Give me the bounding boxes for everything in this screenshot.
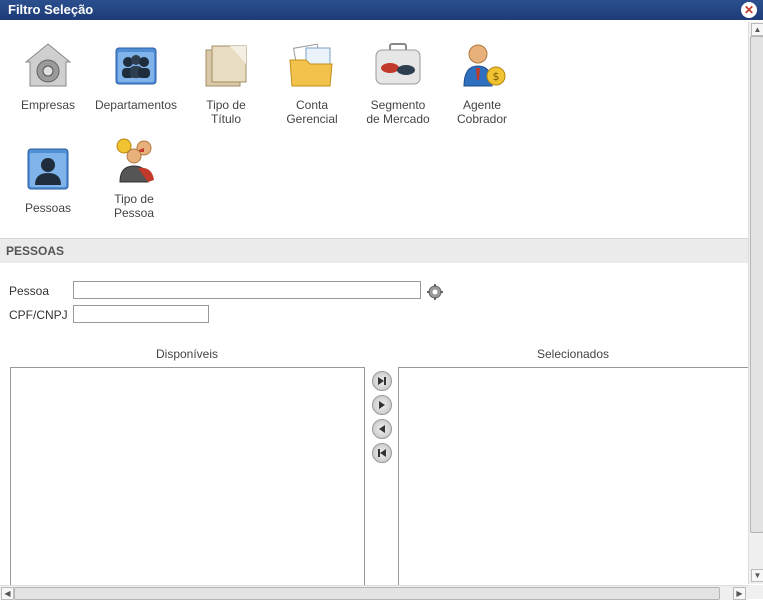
horizontal-scrollbar[interactable]: ◀ ▶ [0,585,748,600]
move-left-button[interactable] [372,419,392,439]
available-header: Disponíveis [155,347,219,361]
pessoa-label: Pessoa [9,284,50,298]
section-header: PESSOAS [0,238,748,263]
icon-segmento-de-mercado[interactable]: Segmento de Mercado [356,40,440,126]
scroll-right-icon[interactable]: ▶ [733,587,746,600]
cars-briefcase-icon [375,43,421,85]
selected-list[interactable] [398,367,749,587]
vertical-scrollbar[interactable]: ▲ ▼ [748,22,763,584]
person-folder-icon [27,148,69,190]
pessoa-input[interactable] [73,281,421,299]
section-title: PESSOAS [6,244,65,258]
available-list[interactable] [10,367,365,587]
move-right-button[interactable] [372,395,392,415]
scroll-down-icon[interactable]: ▼ [751,569,763,582]
window-titlebar: Filtro Seleção ✕ [0,0,763,20]
document-stack-icon [205,45,247,87]
icon-pessoas[interactable]: Pessoas [6,143,90,215]
icon-label: Tipo de Pessoa [113,192,155,220]
icon-agente-cobrador[interactable]: $ Agente Cobrador [440,40,524,126]
icon-label: Segmento de Mercado [366,98,430,126]
icon-label: Pessoas [24,201,72,215]
cpf-label: CPF/CNPJ [9,308,68,322]
horizontal-scroll-thumb[interactable] [14,587,720,600]
move-all-right-icon [378,377,386,385]
vertical-scroll-thumb[interactable] [750,36,763,533]
icon-empresas[interactable]: Empresas [6,40,90,112]
move-all-right-button[interactable] [372,371,392,391]
move-all-left-icon [378,449,386,457]
move-all-left-button[interactable] [372,443,392,463]
scroll-left-icon[interactable]: ◀ [1,587,14,600]
icon-conta-gerencial[interactable]: Conta Gerencial [270,40,354,126]
icon-label: Departamentos [94,98,178,112]
agent-money-icon: $ [463,44,506,87]
scroll-up-icon[interactable]: ▲ [751,23,763,36]
move-right-icon [379,401,385,409]
people-group-icon [116,138,154,183]
move-left-icon [379,425,385,433]
people-folder-icon [115,47,157,85]
icon-label: Conta Gerencial [286,98,338,126]
cpf-input[interactable] [73,305,209,323]
close-icon[interactable]: ✕ [741,2,757,18]
folder-documents-icon [289,43,333,87]
icon-tipo-de-pessoa[interactable]: Tipo de Pessoa [92,134,176,220]
gear-icon[interactable] [427,284,443,300]
scroll-corner [748,585,763,599]
icon-label: Tipo de Título [206,98,246,126]
icon-departamentos[interactable]: Departamentos [94,40,178,112]
safe-icon [24,43,72,87]
svg-text:$: $ [493,70,500,83]
icon-tipo-de-titulo[interactable]: Tipo de Título [184,40,268,126]
selected-header: Selecionados [536,347,610,361]
icon-label: Agente Cobrador [456,98,508,126]
icon-label: Empresas [20,98,76,112]
window-title: Filtro Seleção [8,2,94,17]
